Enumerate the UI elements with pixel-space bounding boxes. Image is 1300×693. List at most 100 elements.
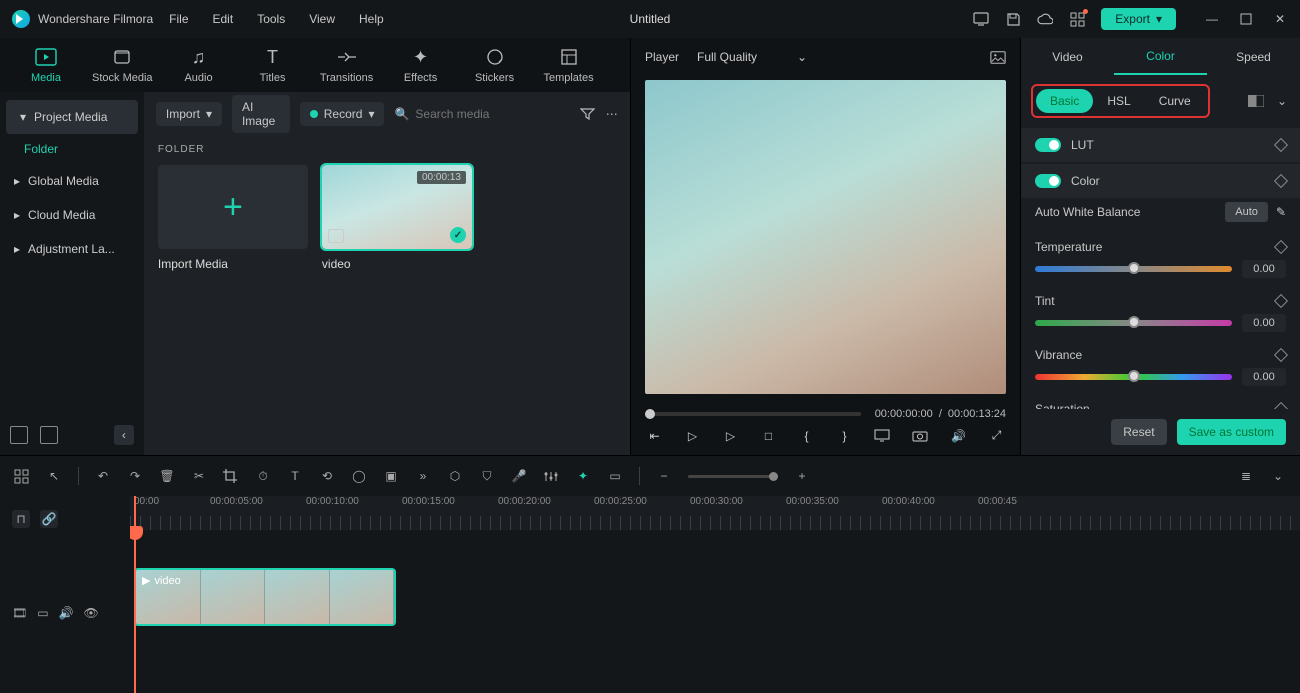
mixer-icon[interactable] (543, 470, 559, 483)
track-options-icon[interactable]: ≣ (1238, 469, 1254, 483)
color-icon[interactable]: ▣ (383, 469, 399, 483)
minimize-icon[interactable]: — (1204, 11, 1220, 27)
tab-color[interactable]: Color (1114, 39, 1207, 75)
tab-stickers[interactable]: Stickers (467, 46, 523, 84)
cut-icon[interactable]: ✂ (191, 469, 207, 483)
menu-file[interactable]: File (169, 12, 188, 26)
filter-icon[interactable] (580, 106, 595, 122)
timeline-clip[interactable]: ▶video (134, 568, 396, 626)
export-button[interactable]: Export ▾ (1101, 8, 1176, 30)
text-icon[interactable]: T (287, 469, 303, 483)
section-color[interactable]: Color (1021, 164, 1300, 198)
tab-media[interactable]: Media (18, 46, 74, 84)
keyframe-icon[interactable] (1274, 240, 1288, 254)
mark-in-icon[interactable]: { (798, 429, 816, 443)
maximize-icon[interactable] (1238, 11, 1254, 27)
marker-icon[interactable]: ⬡ (447, 469, 463, 483)
stop-icon[interactable]: □ (760, 429, 778, 443)
chevron-down-icon[interactable]: ⌄ (1274, 93, 1290, 109)
mic-icon[interactable]: 🎤 (511, 469, 527, 483)
tab-templates[interactable]: Templates (541, 46, 597, 84)
more-tools-icon[interactable]: » (415, 469, 431, 483)
tab-speed[interactable]: Speed (1207, 40, 1300, 74)
preview-canvas[interactable] (645, 80, 1006, 394)
tab-audio[interactable]: ♫Audio (171, 46, 227, 84)
auto-wb-button[interactable]: Auto (1225, 202, 1268, 222)
search-input[interactable] (415, 107, 570, 121)
save-icon[interactable] (1005, 11, 1021, 27)
subtab-curve[interactable]: Curve (1145, 89, 1205, 113)
menu-help[interactable]: Help (359, 12, 384, 26)
temperature-slider[interactable] (1035, 266, 1232, 272)
undo-icon[interactable]: ↶ (95, 469, 111, 483)
search-media[interactable]: 🔍 (394, 107, 570, 121)
track-lock-icon[interactable]: ▭ (37, 606, 48, 620)
vibrance-slider[interactable] (1035, 374, 1232, 380)
tab-video[interactable]: Video (1021, 40, 1114, 74)
fullscreen-icon[interactable]: ⤢ (988, 428, 1006, 443)
scrub-bar[interactable] (645, 412, 861, 416)
color-toggle[interactable] (1035, 174, 1061, 188)
collapse-sidebar-icon[interactable]: ‹ (114, 425, 134, 445)
display-icon[interactable] (874, 429, 892, 442)
eyedropper-icon[interactable]: ✎ (1276, 205, 1286, 219)
subtab-basic[interactable]: Basic (1036, 89, 1093, 113)
menu-view[interactable]: View (309, 12, 335, 26)
magnet-icon[interactable]: ⊓ (12, 510, 30, 528)
scrub-handle[interactable] (645, 409, 655, 419)
section-lut[interactable]: LUT (1021, 128, 1300, 162)
keyframe-icon[interactable] (1274, 294, 1288, 308)
zoom-slider[interactable] (688, 475, 778, 478)
quality-select[interactable]: Full Quality⌄ (697, 50, 807, 64)
redo-icon[interactable]: ↷ (127, 469, 143, 483)
compare-icon[interactable] (1248, 93, 1264, 109)
mark-out-icon[interactable]: } (836, 429, 854, 443)
zoom-knob[interactable] (769, 472, 778, 481)
track-visible-icon[interactable]: 👁 (84, 606, 99, 620)
zoom-in-icon[interactable]: + (794, 469, 810, 483)
play-back-icon[interactable]: ▷ (684, 429, 702, 443)
prev-frame-icon[interactable]: ⇤ (646, 429, 664, 443)
import-media-tile[interactable]: + Import Media (158, 165, 308, 271)
new-bin-icon[interactable] (40, 426, 58, 444)
overlay-icon[interactable]: ◯ (351, 469, 367, 483)
record-button[interactable]: Record▾ (300, 102, 385, 126)
enhance-icon[interactable]: ✦ (575, 469, 591, 483)
camera-icon[interactable] (912, 429, 930, 442)
chevron-down-icon[interactable]: ⌄ (1270, 469, 1286, 483)
time-ruler[interactable]: 00:00 00:00:05:00 00:00:10:00 00:00:15:0… (130, 496, 1300, 530)
sidebar-project-media[interactable]: ▾Project Media (6, 100, 138, 134)
keyframe-icon[interactable] (1274, 138, 1288, 152)
apps-icon[interactable] (1069, 11, 1085, 27)
temperature-value[interactable]: 0.00 (1242, 260, 1286, 278)
slider-knob[interactable] (1128, 262, 1140, 274)
speed-icon[interactable]: ⏱ (255, 469, 271, 484)
snapshot-icon[interactable] (990, 49, 1006, 65)
tab-stockmedia[interactable]: Stock Media (92, 46, 153, 84)
grid-icon[interactable] (14, 469, 30, 484)
tab-transitions[interactable]: Transitions (319, 46, 375, 84)
shield-icon[interactable]: ⛉ (479, 469, 495, 484)
crop-icon[interactable] (223, 469, 239, 483)
reset-button[interactable]: Reset (1111, 419, 1166, 445)
playhead[interactable] (134, 496, 136, 693)
vibrance-value[interactable]: 0.00 (1242, 368, 1286, 386)
play-icon[interactable]: ▷ (722, 429, 740, 443)
ai-image-button[interactable]: AI Image (232, 95, 290, 133)
import-button[interactable]: Import▾ (156, 102, 222, 126)
tv-icon[interactable] (973, 11, 989, 27)
more-icon[interactable]: ⋯ (605, 106, 618, 122)
rotate-icon[interactable]: ⟲ (319, 469, 335, 483)
slider-knob[interactable] (1128, 316, 1140, 328)
keyframe-icon[interactable] (1274, 348, 1288, 362)
cloud-icon[interactable] (1037, 11, 1053, 27)
keyframe-icon[interactable] (1274, 402, 1288, 409)
pointer-icon[interactable]: ↖ (46, 469, 62, 483)
keyframe-icon[interactable] (1274, 174, 1288, 188)
link-icon[interactable]: 🔗 (40, 510, 58, 528)
new-folder-icon[interactable] (10, 426, 28, 444)
lut-toggle[interactable] (1035, 138, 1061, 152)
sidebar-cloud-media[interactable]: ▸Cloud Media (0, 198, 144, 232)
menu-tools[interactable]: Tools (257, 12, 285, 26)
media-clip-tile[interactable]: 00:00:13 video (322, 165, 472, 271)
